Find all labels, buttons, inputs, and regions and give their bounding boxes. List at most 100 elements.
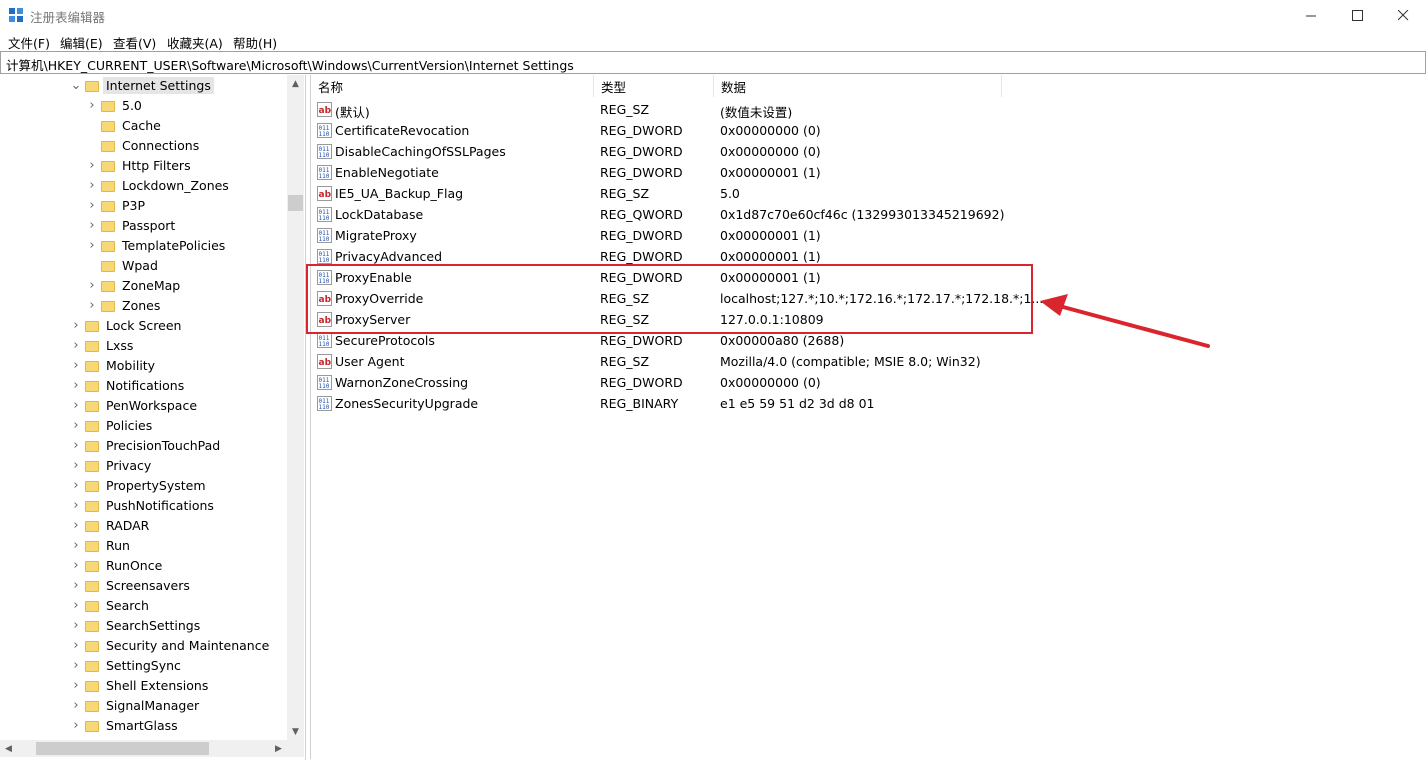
- tree-item-sibling[interactable]: › PropertySystem: [68, 475, 209, 495]
- expand-chevron-icon[interactable]: ›: [84, 298, 100, 313]
- tree-item-child[interactable]: Wpad: [84, 255, 161, 275]
- scroll-down-icon[interactable]: ▼: [287, 723, 304, 740]
- expand-chevron-icon[interactable]: ›: [68, 498, 84, 513]
- maximize-button[interactable]: [1334, 0, 1380, 30]
- tree-item-child[interactable]: Cache: [84, 115, 164, 135]
- address-bar[interactable]: 计算机\HKEY_CURRENT_USER\Software\Microsoft…: [0, 51, 1426, 74]
- value-row[interactable]: 011 110 EnableNegotiate REG_DWORD 0x00000001…: [311, 162, 1311, 183]
- value-row[interactable]: 011 110 LockDatabase REG_QWORD 0x1d87c70e60c…: [311, 204, 1311, 225]
- scroll-right-icon[interactable]: ▶: [270, 740, 287, 757]
- tree-item-child[interactable]: › P3P: [84, 195, 148, 215]
- value-row[interactable]: 011 110 CertificateRevocation REG_DWORD 0x00…: [311, 120, 1311, 141]
- tree-item-sibling[interactable]: › SearchSettings: [68, 615, 203, 635]
- value-row[interactable]: ab (默认) REG_SZ (数值未设置): [311, 99, 1311, 120]
- expand-chevron-icon[interactable]: ›: [68, 678, 84, 693]
- minimize-button[interactable]: [1288, 0, 1334, 30]
- tree-horizontal-scrollbar[interactable]: ◀ ▶: [0, 740, 287, 757]
- expand-chevron-icon[interactable]: ›: [68, 658, 84, 673]
- expand-chevron-icon[interactable]: ›: [68, 518, 84, 533]
- column-header-data[interactable]: 数据: [714, 75, 1002, 97]
- close-button[interactable]: [1380, 0, 1426, 30]
- scroll-up-icon[interactable]: ▲: [287, 75, 304, 92]
- expand-chevron-icon[interactable]: ›: [84, 178, 100, 193]
- expand-chevron-icon[interactable]: ›: [84, 198, 100, 213]
- tree-item-child[interactable]: › Zones: [84, 295, 163, 315]
- tree-item-child[interactable]: › TemplatePolicies: [84, 235, 228, 255]
- tree-item-sibling[interactable]: › PenWorkspace: [68, 395, 200, 415]
- tree-vertical-scrollbar[interactable]: ▲ ▼: [287, 75, 304, 740]
- expand-chevron-icon[interactable]: ›: [68, 458, 84, 473]
- tree-item-sibling[interactable]: › Screensavers: [68, 575, 193, 595]
- expand-chevron-icon[interactable]: ›: [68, 338, 84, 353]
- value-row[interactable]: ab IE5_UA_Backup_Flag REG_SZ 5.0: [311, 183, 1311, 204]
- tree-item-sibling[interactable]: › Search: [68, 595, 152, 615]
- tree-item-sibling[interactable]: › Run: [68, 535, 133, 555]
- expand-chevron-icon[interactable]: ›: [68, 478, 84, 493]
- tree-item-internet-settings[interactable]: ⌄ Internet Settings: [68, 75, 214, 95]
- scroll-left-icon[interactable]: ◀: [0, 740, 17, 757]
- tree-item-sibling[interactable]: › SignalManager: [68, 695, 202, 715]
- tree-item-sibling[interactable]: › SettingSync: [68, 655, 184, 675]
- tree-item-sibling[interactable]: › PushNotifications: [68, 495, 217, 515]
- tree-item-sibling[interactable]: › Notifications: [68, 375, 187, 395]
- tree-item-child[interactable]: › Http Filters: [84, 155, 194, 175]
- expand-chevron-icon[interactable]: ›: [84, 278, 100, 293]
- expand-chevron-icon[interactable]: ›: [68, 538, 84, 553]
- expand-chevron-icon[interactable]: ›: [68, 698, 84, 713]
- expand-chevron-icon[interactable]: ›: [84, 238, 100, 253]
- value-row[interactable]: 011 110 WarnonZoneCrossing REG_DWORD 0x00000…: [311, 372, 1311, 393]
- tree-item-child[interactable]: Connections: [84, 135, 202, 155]
- expand-chevron-icon[interactable]: ›: [68, 718, 84, 733]
- tree-item-label: RADAR: [106, 517, 150, 533]
- value-name: MigrateProxy: [335, 228, 417, 243]
- value-row[interactable]: 011 110 MigrateProxy REG_DWORD 0x00000001 (1…: [311, 225, 1311, 246]
- collapse-chevron-icon[interactable]: ⌄: [68, 78, 84, 93]
- expand-chevron-icon[interactable]: ›: [84, 98, 100, 113]
- menu-favorites[interactable]: 收藏夹(A): [167, 33, 223, 52]
- expand-chevron-icon[interactable]: ›: [68, 618, 84, 633]
- expand-chevron-icon[interactable]: ›: [68, 318, 84, 333]
- tree-item-label: Screensavers: [106, 577, 190, 593]
- tree-item-sibling[interactable]: › PrecisionTouchPad: [68, 435, 223, 455]
- column-header-name[interactable]: 名称: [311, 75, 594, 97]
- expand-chevron-icon[interactable]: ›: [68, 598, 84, 613]
- expand-chevron-icon[interactable]: ›: [68, 438, 84, 453]
- expand-chevron-icon[interactable]: ›: [68, 578, 84, 593]
- tree-item-sibling[interactable]: › Lock Screen: [68, 315, 184, 335]
- tree-item-sibling[interactable]: › Policies: [68, 415, 155, 435]
- value-row[interactable]: 011 110 ZonesSecurityUpgrade REG_BINARY e1 e…: [311, 393, 1311, 414]
- expand-chevron-icon[interactable]: ›: [68, 558, 84, 573]
- expand-chevron-icon[interactable]: ›: [68, 378, 84, 393]
- tree-item-sibling[interactable]: › RADAR: [68, 515, 152, 535]
- folder-icon: [100, 299, 116, 312]
- column-header-type[interactable]: 类型: [594, 75, 714, 97]
- menu-edit[interactable]: 编辑(E): [60, 33, 103, 52]
- menu-file[interactable]: 文件(F): [8, 33, 50, 52]
- tree-item-sibling[interactable]: › Privacy: [68, 455, 154, 475]
- value-type: REG_DWORD: [600, 333, 683, 348]
- tree-item-sibling[interactable]: › SmartGlass: [68, 715, 181, 735]
- tree-hscroll-thumb[interactable]: [36, 742, 209, 755]
- expand-chevron-icon[interactable]: ›: [84, 218, 100, 233]
- tree-item-child[interactable]: › Passport: [84, 215, 178, 235]
- tree-item-sibling[interactable]: › Shell Extensions: [68, 675, 211, 695]
- menu-help[interactable]: 帮助(H): [233, 33, 277, 52]
- string-value-icon: ab: [317, 102, 332, 117]
- expand-chevron-icon[interactable]: ›: [84, 158, 100, 173]
- menu-view[interactable]: 查看(V): [113, 33, 156, 52]
- tree-item-child[interactable]: › ZoneMap: [84, 275, 183, 295]
- tree-item-child[interactable]: › Lockdown_Zones: [84, 175, 232, 195]
- value-row[interactable]: 011 110 DisableCachingOfSSLPages REG_DWORD 0…: [311, 141, 1311, 162]
- expand-chevron-icon[interactable]: ›: [68, 418, 84, 433]
- tree-item-sibling[interactable]: › Mobility: [68, 355, 158, 375]
- tree-vscroll-thumb[interactable]: [288, 195, 303, 211]
- tree-item-child[interactable]: › 5.0: [84, 95, 145, 115]
- tree-item-sibling[interactable]: › Security and Maintenance: [68, 635, 272, 655]
- tree-item-sibling[interactable]: › Lxss: [68, 335, 136, 355]
- expand-chevron-icon[interactable]: ›: [68, 358, 84, 373]
- tree-item-sibling[interactable]: › RunOnce: [68, 555, 165, 575]
- binary-value-icon: 011110: [317, 207, 332, 222]
- expand-chevron-icon[interactable]: ›: [68, 638, 84, 653]
- value-data: 0x00000001 (1): [720, 249, 821, 264]
- expand-chevron-icon[interactable]: ›: [68, 398, 84, 413]
